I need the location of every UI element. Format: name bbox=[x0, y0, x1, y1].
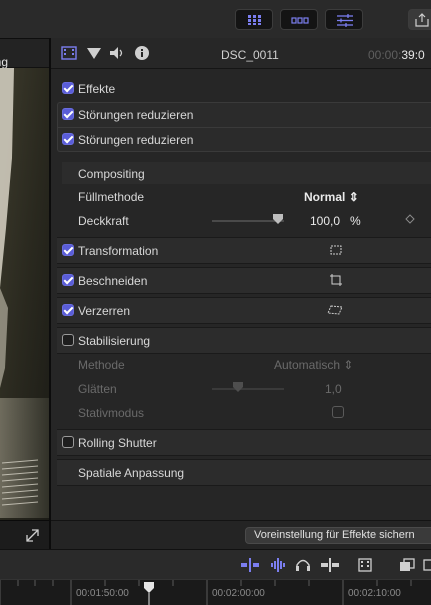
grid-icon bbox=[248, 15, 261, 25]
method-label: Methode bbox=[78, 358, 125, 372]
inspector-bottom-bar: Voreinstellung für Effekte sichern bbox=[51, 520, 431, 550]
method-row: Methode Automatisch ⇕ bbox=[62, 353, 431, 376]
crop-label: Beschneiden bbox=[78, 274, 148, 288]
ruler-timecode: 00:01:50:00 bbox=[76, 588, 129, 599]
playhead-icon[interactable] bbox=[143, 580, 155, 605]
share-button[interactable] bbox=[408, 9, 431, 30]
spatial-conform-section[interactable]: Spatiale Anpassung bbox=[57, 459, 431, 486]
skimming-icon[interactable] bbox=[240, 557, 260, 573]
transform-label: Transformation bbox=[78, 244, 159, 258]
updown-chevron-icon: ⇕ bbox=[343, 358, 354, 372]
effect-row[interactable]: Störungen reduzieren bbox=[58, 128, 431, 152]
blend-mode-label: Füllmethode bbox=[78, 190, 145, 204]
clip-timecode: 00:00:39:0 bbox=[368, 48, 425, 62]
distort-section[interactable]: Verzerren bbox=[57, 297, 431, 324]
spatial-conform-label: Spatiale Anpassung bbox=[78, 466, 185, 480]
viewer-header: ung ⌄ bbox=[0, 39, 49, 69]
smoothing-slider-knob[interactable] bbox=[232, 381, 244, 393]
clip-title: DSC_0011 bbox=[221, 48, 279, 62]
photo-content bbox=[0, 68, 49, 520]
blend-mode-row: Füllmethode Normal ⇕ bbox=[62, 185, 431, 208]
crop-icon[interactable] bbox=[329, 273, 343, 287]
crop-section[interactable]: Beschneiden bbox=[57, 267, 431, 294]
opacity-row: Deckkraft 100,0 % bbox=[62, 209, 431, 232]
fullscreen-icon[interactable] bbox=[0, 521, 49, 550]
effects-label: Effekte bbox=[78, 82, 116, 96]
effect-row[interactable]: Störungen reduzieren bbox=[58, 103, 431, 128]
rolling-shutter-label: Rolling Shutter bbox=[78, 436, 157, 450]
blend-mode-select[interactable]: Normal ⇕ bbox=[304, 190, 359, 204]
updown-chevron-icon: ⇕ bbox=[348, 190, 359, 204]
rolling-shutter-section[interactable]: Rolling Shutter bbox=[57, 429, 431, 456]
compositing-header[interactable]: Compositing bbox=[62, 162, 431, 184]
effects-section: Effekte bbox=[57, 77, 431, 100]
transform-onscreen-icon[interactable] bbox=[329, 244, 343, 256]
stabilization-label: Stabilisierung bbox=[78, 334, 151, 348]
clip-appearance-icon[interactable] bbox=[356, 557, 374, 573]
snapping-icon[interactable] bbox=[320, 557, 340, 573]
ruler-timecode: 00:02:10:00 bbox=[348, 588, 401, 599]
audio-skimming-icon[interactable] bbox=[268, 557, 288, 573]
rolling-shutter-checkbox[interactable] bbox=[62, 436, 74, 448]
tripod-row: Stativmodus bbox=[62, 401, 431, 424]
ruler-timecode: 00:02:00:00 bbox=[212, 588, 265, 599]
inspector-header: DSC_0011 00:00:39:0 bbox=[51, 38, 431, 69]
viewer-image bbox=[0, 68, 49, 520]
timeline-button[interactable] bbox=[280, 9, 318, 30]
timeline-toolbar bbox=[0, 549, 431, 580]
opacity-label: Deckkraft bbox=[78, 214, 129, 228]
tripod-label: Stativmodus bbox=[78, 406, 145, 420]
stabilization-section[interactable]: Stabilisierung bbox=[57, 327, 431, 354]
opacity-slider-knob[interactable] bbox=[272, 213, 284, 225]
timeline-ruler[interactable]: 00:01:50:00 00:02:00:00 00:02:10:00 bbox=[0, 579, 431, 605]
effect-name: Störungen reduzieren bbox=[78, 133, 194, 147]
distort-checkbox[interactable] bbox=[62, 304, 74, 316]
transitions-icon[interactable] bbox=[422, 557, 431, 573]
opacity-unit: % bbox=[350, 214, 361, 228]
method-select[interactable]: Automatisch ⇕ bbox=[274, 358, 353, 372]
tripod-checkbox[interactable] bbox=[332, 406, 344, 418]
share-icon bbox=[415, 13, 429, 27]
effects-browser-icon[interactable] bbox=[398, 557, 418, 573]
browser-grid-button[interactable] bbox=[235, 9, 273, 30]
crop-checkbox[interactable] bbox=[62, 274, 74, 286]
smoothing-row: Glätten 1,0 bbox=[62, 377, 431, 400]
transform-checkbox[interactable] bbox=[62, 244, 74, 256]
inspector-toggle-button[interactable] bbox=[325, 9, 363, 30]
distort-icon[interactable] bbox=[327, 304, 345, 316]
audio-inspector-icon[interactable] bbox=[108, 45, 126, 61]
stabilization-checkbox[interactable] bbox=[62, 334, 74, 346]
smoothing-value[interactable]: 1,0 bbox=[325, 382, 342, 396]
compositing-label: Compositing bbox=[78, 167, 145, 181]
keyframe-diamond-icon[interactable] bbox=[405, 214, 415, 224]
effect-name: Störungen reduzieren bbox=[78, 108, 194, 122]
effects-checkbox[interactable] bbox=[62, 82, 74, 94]
timeline-icon bbox=[291, 17, 309, 24]
smoothing-label: Glätten bbox=[78, 382, 117, 396]
save-effects-preset-button[interactable]: Voreinstellung für Effekte sichern bbox=[245, 527, 431, 544]
smoothing-slider-track[interactable] bbox=[212, 388, 284, 390]
effects-list: Störungen reduzieren Störungen reduziere… bbox=[57, 102, 431, 152]
opacity-value[interactable]: 100,0 bbox=[310, 214, 340, 228]
headphones-icon[interactable] bbox=[294, 557, 312, 573]
video-inspector-icon[interactable] bbox=[61, 46, 77, 60]
color-inspector-icon[interactable] bbox=[86, 46, 102, 60]
info-icon[interactable] bbox=[134, 45, 150, 61]
distort-label: Verzerren bbox=[78, 304, 131, 318]
top-toolbar bbox=[0, 0, 431, 39]
viewer-bottom-bar bbox=[0, 520, 49, 550]
sliders-icon bbox=[337, 14, 353, 27]
noise-reduction-checkbox[interactable] bbox=[62, 108, 74, 120]
transform-section[interactable]: Transformation bbox=[57, 237, 431, 264]
noise-reduction-checkbox[interactable] bbox=[62, 133, 74, 145]
